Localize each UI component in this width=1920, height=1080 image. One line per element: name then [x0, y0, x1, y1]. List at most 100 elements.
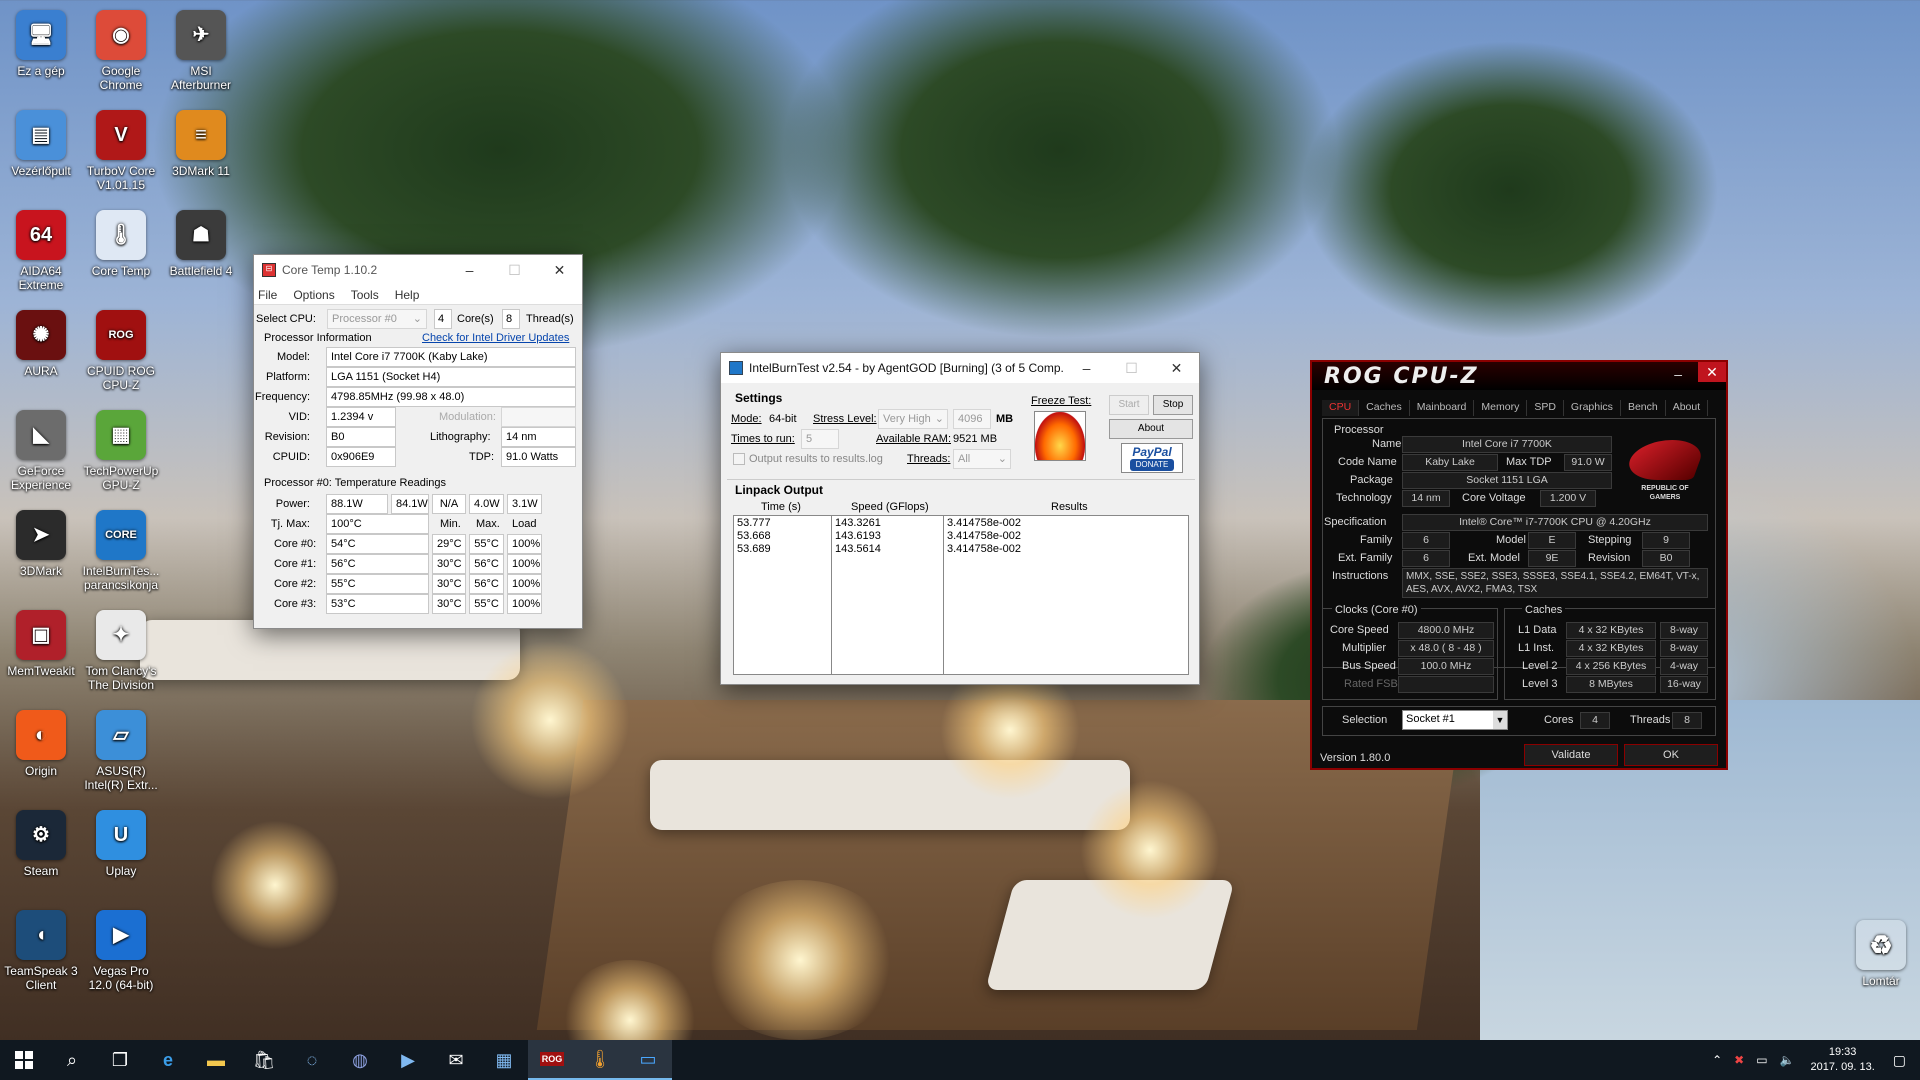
desktop-icon[interactable]: U Uplay	[80, 810, 162, 878]
taskbar-coretemp[interactable]: 🌡	[576, 1040, 624, 1080]
desktop-icon[interactable]: ⚙ Steam	[0, 810, 82, 878]
desktop-icon[interactable]: V TurboV Core V1.01.15	[80, 110, 162, 192]
ibt-titlebar[interactable]: IntelBurnTest v2.54 - by AgentGOD [Burni…	[721, 353, 1199, 383]
desktop-icon[interactable]: ROG CPUID ROG CPU-Z	[80, 310, 162, 392]
maximize-button[interactable]: ☐	[1109, 353, 1154, 383]
desktop-icon[interactable]: ◐ Origin	[0, 710, 82, 778]
minimize-button[interactable]: –	[1064, 353, 1109, 383]
desktop-icon[interactable]: ▣ MemTweakit	[0, 610, 82, 678]
minimize-button[interactable]: –	[1674, 366, 1682, 382]
taskbar-cpuz[interactable]: ROG	[528, 1040, 576, 1080]
cpuz-tab[interactable]: Memory	[1474, 400, 1528, 416]
coretemp-titlebar[interactable]: ⊟ Core Temp 1.10.2 – ☐ ✕	[254, 255, 582, 285]
discord-icon: ◍	[352, 1049, 368, 1070]
desktop-icon[interactable]: 🖥 Ez a gép	[0, 10, 82, 78]
tray-flame-icon[interactable]: ✖	[1728, 1053, 1750, 1067]
cpuz-tab[interactable]: Graphics	[1564, 400, 1621, 416]
task-view-icon: ❐	[111, 1049, 129, 1070]
about-button[interactable]: About	[1109, 419, 1193, 439]
socket-select[interactable]: Socket #1 ▼	[1402, 710, 1508, 730]
desktop-icon[interactable]: ◉ Google Chrome	[80, 10, 162, 92]
cpuz-titlebar[interactable]: ROG CPU-Z – ✕	[1312, 362, 1726, 390]
desktop-icon-label: MemTweakit	[7, 664, 75, 678]
mode-value: 64-bit	[769, 413, 797, 425]
taskbar-intelburntest[interactable]: ▭	[624, 1040, 672, 1080]
desktop-icon[interactable]: 64 AIDA64 Extreme	[0, 210, 82, 292]
desktop-icon[interactable]: 🌡 Core Temp	[80, 210, 162, 278]
ok-button[interactable]: OK	[1624, 744, 1718, 766]
cpuz-tab[interactable]: Caches	[1359, 400, 1410, 416]
tray-network-icon[interactable]: ▭	[1750, 1053, 1773, 1067]
threads-select[interactable]: All ⌄	[953, 449, 1011, 469]
taskbar-explorer[interactable]: ▬	[192, 1040, 240, 1080]
cpuz-tab[interactable]: SPD	[1527, 400, 1564, 416]
start-button[interactable]: Start	[1109, 395, 1149, 415]
taskbar-mail[interactable]: ✉	[432, 1040, 480, 1080]
l1-inst-value: 4 x 32 KBytes	[1566, 640, 1656, 657]
store-icon: 🛍	[252, 1049, 276, 1070]
menu-options[interactable]: Options	[293, 288, 334, 302]
cpuz-tab[interactable]: CPU	[1322, 400, 1360, 416]
desktop-icon[interactable]: ▶ Vegas Pro 12.0 (64-bit)	[80, 910, 162, 992]
recycle-bin[interactable]: ♻ Lomtár	[1840, 920, 1920, 988]
stress-level-select[interactable]: Very High ⌄	[878, 409, 948, 429]
ext-model-value: 9E	[1528, 550, 1576, 567]
task-view-button[interactable]: ❐	[96, 1040, 144, 1080]
driver-update-link[interactable]: Check for Intel Driver Updates	[422, 332, 569, 344]
clock-date: 2017. 09. 13.	[1810, 1061, 1875, 1073]
desktop-icon[interactable]: ◣ GeForce Experience	[0, 410, 82, 492]
desktop-icon[interactable]: ☗ Battlefield 4	[160, 210, 242, 278]
memory-size-input[interactable]: 4096	[953, 409, 991, 429]
taskbar-media[interactable]: ▶	[384, 1040, 432, 1080]
technology-label: Technology	[1336, 492, 1392, 504]
l1-data-label: L1 Data	[1518, 624, 1557, 636]
menu-help[interactable]: Help	[395, 288, 420, 302]
cpuz-tab[interactable]: Mainboard	[1410, 400, 1475, 416]
close-button[interactable]: ✕	[537, 255, 582, 285]
desktop-icon[interactable]: ≡ 3DMark 11	[160, 110, 242, 178]
desktop-icon[interactable]: ▤ Vezérlőpult	[0, 110, 82, 178]
cpuz-tab[interactable]: Bench	[1621, 400, 1666, 416]
start-button[interactable]	[0, 1040, 48, 1080]
taskbar-calculator[interactable]: ▦	[480, 1040, 528, 1080]
processor-select[interactable]: Processor #0 ⌄	[327, 309, 427, 329]
desktop-icon-label: Vegas Pro 12.0 (64-bit)	[88, 964, 154, 992]
stop-button[interactable]: Stop	[1153, 395, 1193, 415]
times-to-run-input[interactable]: 5	[801, 429, 839, 449]
cpuz-tab[interactable]: About	[1666, 400, 1709, 416]
output-log-checkbox[interactable]	[733, 453, 745, 465]
desktop-icon[interactable]: ✦ Tom Clancy's The Division	[80, 610, 162, 692]
desktop-icon[interactable]: CORE IntelBurnTes... parancsikonja	[80, 510, 162, 592]
desktop-icon[interactable]: ✈ MSI Afterburner	[160, 10, 242, 92]
revision-label: Revision:	[264, 431, 310, 443]
desktop-icon[interactable]: ✺ AURA	[0, 310, 82, 378]
taskbar-discord[interactable]: ◍	[336, 1040, 384, 1080]
tray-expand-icon[interactable]: ⌃	[1706, 1053, 1728, 1067]
desktop-icon[interactable]: ▱ ASUS(R) Intel(R) Extr...	[80, 710, 162, 792]
search-button[interactable]: ⌕	[48, 1040, 96, 1080]
minimize-button[interactable]: –	[447, 255, 492, 285]
desktop-icon[interactable]: ◖ TeamSpeak 3 Client	[0, 910, 82, 992]
desktop-icon-label: Battlefield 4	[169, 264, 233, 278]
close-button[interactable]: ✕	[1698, 362, 1726, 382]
freeze-test-flame-icon[interactable]	[1034, 411, 1086, 461]
menu-tools[interactable]: Tools	[351, 288, 379, 302]
family-label: Family	[1360, 534, 1393, 546]
action-center-icon[interactable]: ▢	[1885, 1052, 1920, 1069]
col-results: Results	[1051, 501, 1088, 513]
taskbar-store[interactable]: 🛍	[240, 1040, 288, 1080]
linpack-results-table[interactable]: 53.777 53.668 53.689 143.3261 143.6193 143.5…	[733, 515, 1189, 675]
close-button[interactable]: ✕	[1154, 353, 1199, 383]
paypal-donate-button[interactable]: PayPal DONATE	[1121, 443, 1183, 473]
tdp-label: TDP:	[469, 451, 495, 463]
desktop-icon[interactable]: ➤ 3DMark	[0, 510, 82, 578]
maximize-button[interactable]: ☐	[492, 255, 537, 285]
tray-volume-icon[interactable]: 🔈	[1774, 1053, 1801, 1067]
clock[interactable]: 19:33 2017. 09. 13.	[1801, 1045, 1885, 1075]
validate-button[interactable]: Validate	[1524, 744, 1618, 766]
desktop-icon[interactable]: ▦ TechPowerUp GPU-Z	[80, 410, 162, 492]
taskbar-app-1[interactable]: ◌	[288, 1040, 336, 1080]
globe-icon: ◌	[306, 1049, 318, 1070]
menu-file[interactable]: File	[258, 288, 277, 302]
taskbar-edge[interactable]: e	[144, 1040, 192, 1080]
